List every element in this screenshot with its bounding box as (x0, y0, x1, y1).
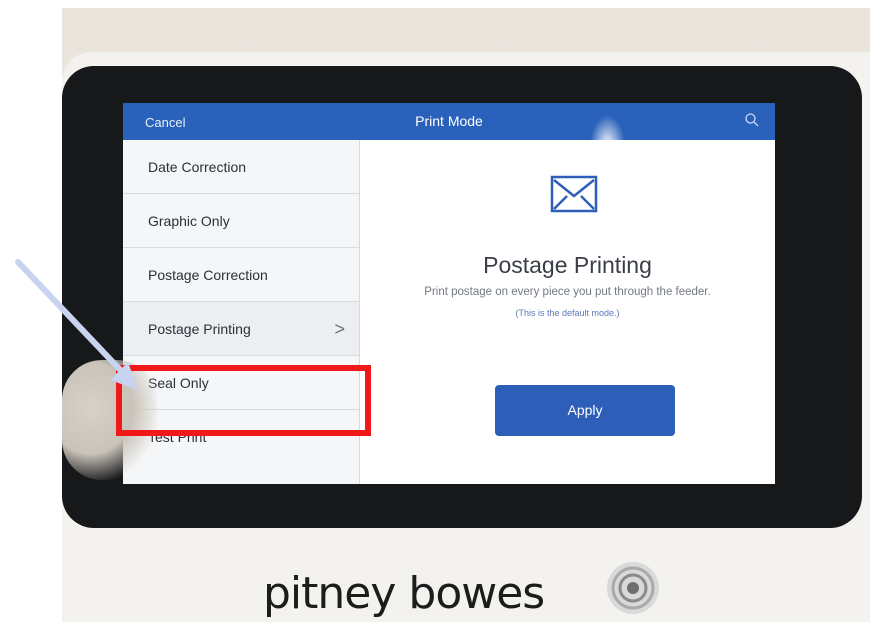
mode-item-date-correction[interactable]: Date Correction (123, 140, 359, 194)
mode-item-postage-correction[interactable]: Postage Correction (123, 248, 359, 302)
mode-title: Postage Printing (483, 252, 652, 278)
screen-glare (590, 115, 625, 175)
pitney-bowes-logo-icon (607, 562, 659, 614)
highlight-box (116, 365, 371, 436)
envelope-icon (550, 175, 598, 213)
mode-item-graphic-only[interactable]: Graphic Only (123, 194, 359, 248)
mode-item-label: Graphic Only (148, 213, 230, 229)
chevron-right-icon: > (334, 319, 345, 339)
search-icon[interactable] (743, 111, 761, 129)
brand-logo-text: pitney bowes (263, 568, 545, 619)
apply-button[interactable]: Apply (495, 385, 675, 436)
mode-detail-panel: Postage Printing Print postage on every … (360, 140, 775, 484)
header-bar: Cancel Print Mode (123, 103, 775, 140)
mode-item-label: Postage Printing (148, 321, 251, 337)
mode-default-note: (This is the default mode.) (515, 308, 620, 318)
mode-item-label: Date Correction (148, 159, 247, 175)
page-title: Print Mode (415, 113, 483, 129)
mode-description: Print postage on every piece you put thr… (424, 286, 711, 298)
mode-item-postage-printing[interactable]: Postage Printing > (123, 302, 359, 356)
mode-item-label: Postage Correction (148, 267, 268, 283)
